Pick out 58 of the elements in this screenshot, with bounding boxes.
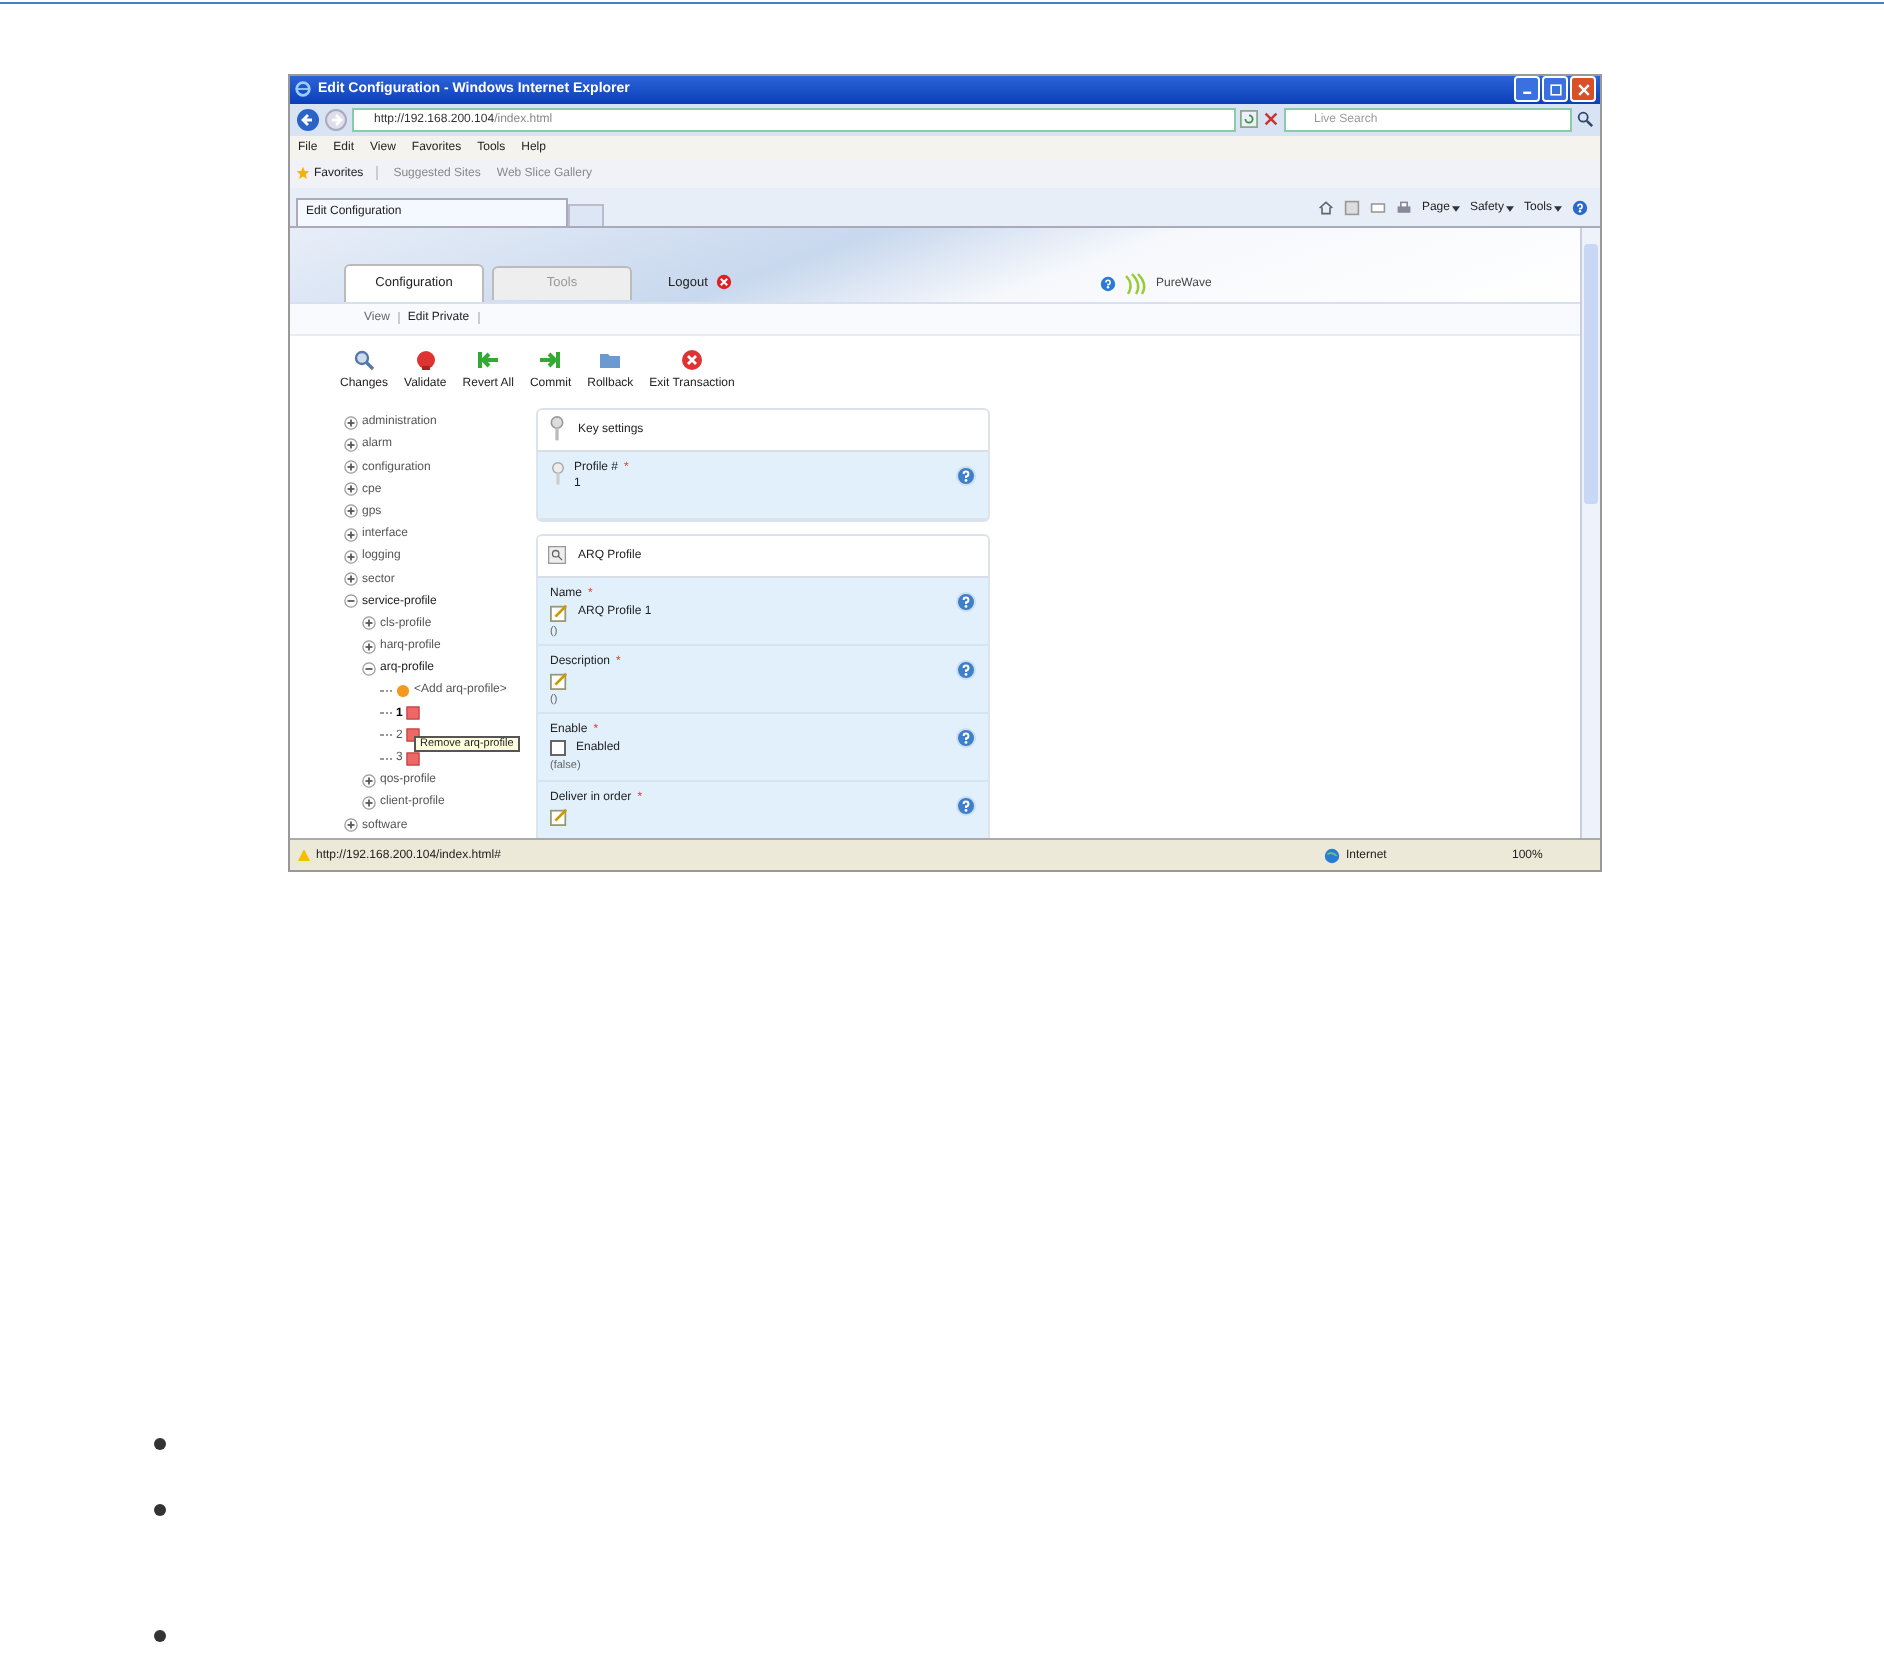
maximize-icon [1547, 81, 1563, 98]
expand-icon[interactable] [344, 482, 358, 497]
maximize-button[interactable] [1542, 76, 1568, 103]
help-icon[interactable] [956, 465, 976, 486]
expand-icon[interactable] [344, 460, 358, 475]
caret-icon[interactable] [1554, 205, 1562, 212]
bullet-dot [154, 1504, 166, 1516]
collapse-icon[interactable] [344, 594, 358, 609]
expand-icon[interactable] [344, 549, 358, 564]
key-icon [550, 461, 566, 486]
wave-logo-icon [1122, 269, 1150, 298]
caret-icon[interactable] [1505, 205, 1514, 212]
expand-icon[interactable] [344, 527, 358, 542]
caret-icon[interactable] [1451, 205, 1460, 212]
help-icon[interactable] [956, 659, 976, 680]
close-icon [680, 348, 704, 373]
expand-icon[interactable] [344, 415, 358, 430]
collapse-icon[interactable] [362, 661, 376, 676]
expand-icon[interactable] [362, 639, 376, 654]
help-icon[interactable] [956, 795, 976, 816]
edit-icon[interactable] [550, 671, 568, 690]
stop-icon[interactable] [1262, 110, 1280, 129]
expand-icon[interactable] [362, 773, 376, 788]
checkbox[interactable] [550, 739, 566, 756]
home-icon[interactable] [1317, 200, 1334, 217]
back-icon[interactable] [296, 107, 320, 132]
arrow-right-icon [538, 348, 563, 373]
document-icon [548, 542, 566, 569]
bullet-dot [154, 1438, 166, 1450]
edit-icon[interactable] [550, 603, 568, 622]
browser-logo-icon [294, 80, 312, 99]
print-icon[interactable] [1395, 200, 1412, 217]
warning-icon [298, 849, 310, 862]
help-icon[interactable] [956, 727, 976, 748]
expand-icon[interactable] [344, 437, 358, 452]
scrollbar[interactable] [1580, 227, 1600, 839]
close-icon[interactable] [715, 274, 732, 291]
help-icon[interactable] [1572, 200, 1588, 217]
close-button[interactable] [1570, 76, 1596, 103]
bullet-dot [154, 1630, 166, 1642]
close-icon [1575, 81, 1591, 98]
refresh-icon[interactable] [1240, 110, 1258, 129]
expand-icon[interactable] [344, 504, 358, 519]
search-icon[interactable] [1576, 110, 1594, 129]
key-icon [548, 416, 566, 443]
expand-icon[interactable] [344, 818, 358, 833]
globe-icon [1324, 847, 1340, 864]
expand-icon[interactable] [344, 572, 358, 587]
search-icon [352, 348, 377, 373]
help-icon[interactable] [956, 591, 976, 612]
expand-icon[interactable] [362, 616, 376, 631]
edit-icon[interactable] [550, 807, 568, 826]
expand-icon[interactable] [362, 795, 376, 810]
minimize-button[interactable] [1514, 76, 1540, 103]
help-icon[interactable] [1100, 275, 1116, 292]
folder-icon [598, 348, 623, 373]
star-icon [296, 166, 310, 181]
arrow-left-icon [476, 348, 501, 373]
